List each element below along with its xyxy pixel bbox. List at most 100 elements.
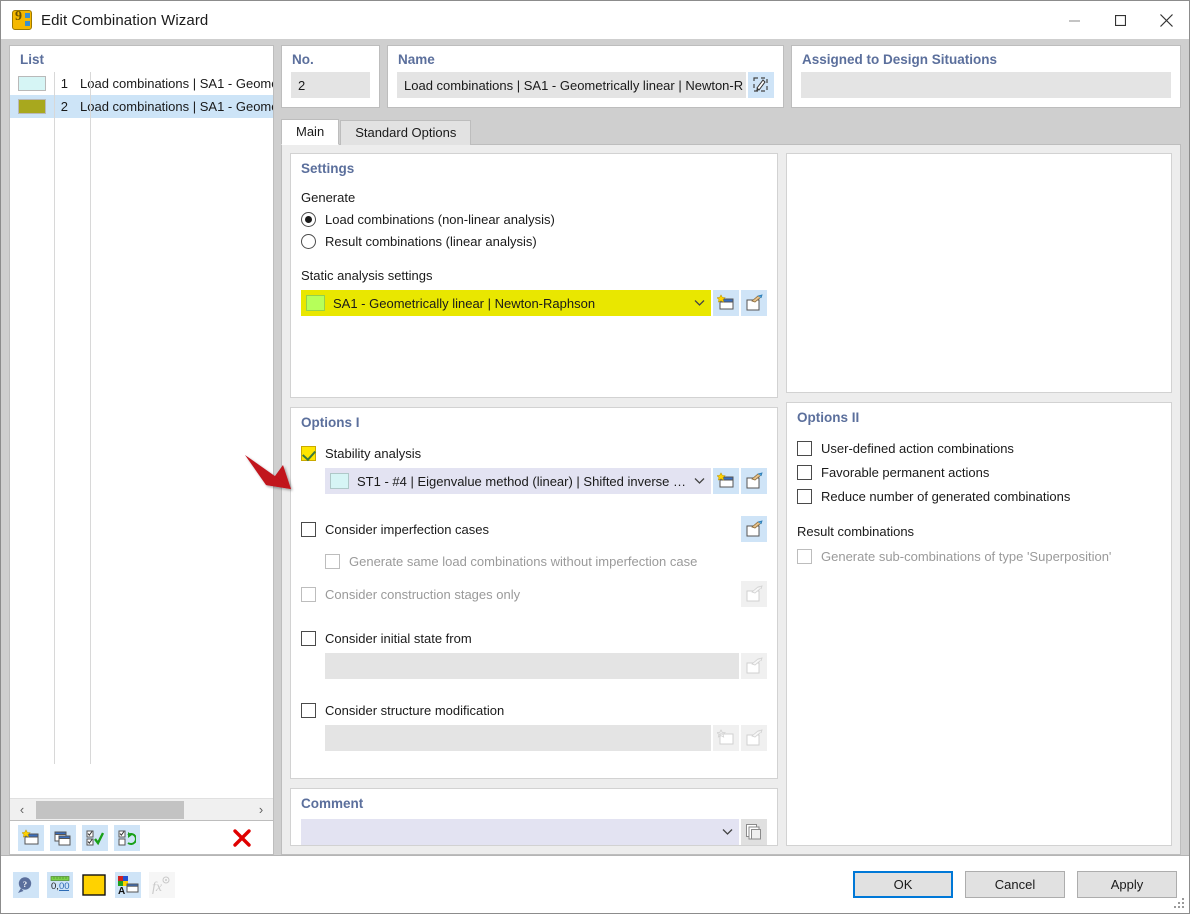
assigned-field[interactable] <box>801 72 1171 98</box>
list-horizontal-scrollbar[interactable]: ‹ › <box>10 798 273 820</box>
close-icon[interactable] <box>1143 1 1189 39</box>
svg-text:A: A <box>118 886 125 895</box>
select-all-button[interactable] <box>82 825 108 851</box>
checkbox-label: User-defined action combinations <box>821 441 1014 456</box>
assigned-label: Assigned to Design Situations <box>801 52 1171 72</box>
help-magnifier-icon[interactable]: ? <box>13 872 39 898</box>
checkbox-consider-construction-stages-only[interactable]: Consider construction stages only <box>301 587 520 602</box>
radio-load-combinations[interactable]: Load combinations (non-linear analysis) <box>301 212 767 227</box>
new-window-star-icon[interactable] <box>713 468 739 494</box>
radio-indicator <box>301 212 316 227</box>
list-panel-title: List <box>10 46 273 72</box>
dialog-body: List 1 Load combinations | SA1 - Geometr… <box>1 39 1189 855</box>
cancel-button[interactable]: Cancel <box>965 871 1065 898</box>
checkbox-indicator <box>301 631 316 646</box>
scrollbar-thumb[interactable] <box>36 801 184 819</box>
checkbox-favorable-permanent-actions[interactable]: Favorable permanent actions <box>797 465 1161 480</box>
generate-label: Generate <box>301 190 767 205</box>
checkbox-stability-analysis[interactable]: Stability analysis <box>301 446 767 461</box>
combination-list-panel: List 1 Load combinations | SA1 - Geometr… <box>9 45 274 821</box>
result-combinations-label: Result combinations <box>797 524 1161 539</box>
dlubal-app-icon <box>12 10 32 30</box>
new-combination-button[interactable] <box>18 825 44 851</box>
chevron-down-icon[interactable] <box>691 477 707 485</box>
checkbox-reduce-number-of-generated-combinations[interactable]: Reduce number of generated combinations <box>797 489 1161 504</box>
top-fields-row: No. 2 Name Load combinations | SA1 - Geo… <box>281 45 1181 108</box>
checkbox-label: Consider construction stages only <box>325 587 520 602</box>
checkbox-consider-structure-modification[interactable]: Consider structure modification <box>301 703 767 718</box>
checkbox-generate-sub-combinations: Generate sub-combinations of type 'Super… <box>797 549 1161 564</box>
chevron-down-icon[interactable] <box>719 828 735 836</box>
checkbox-indicator <box>301 522 316 537</box>
checkbox-consider-imperfection-cases[interactable]: Consider imperfection cases <box>301 522 489 537</box>
imperfection-row: Consider imperfection cases <box>301 516 767 542</box>
comment-title: Comment <box>301 796 767 817</box>
resize-grip[interactable] <box>1174 898 1186 910</box>
static-analysis-combo[interactable]: SA1 - Geometrically linear | Newton-Raph… <box>301 290 711 316</box>
tab-main[interactable]: Main <box>281 119 339 145</box>
left-column: List 1 Load combinations | SA1 - Geometr… <box>9 45 274 855</box>
checkbox-indicator <box>797 441 812 456</box>
combination-list[interactable]: 1 Load combinations | SA1 - Geometric 2 … <box>10 72 273 798</box>
scrollbar-track[interactable] <box>34 799 249 821</box>
chevron-right-icon[interactable]: › <box>249 802 273 817</box>
apply-button[interactable]: Apply <box>1077 871 1177 898</box>
tab-standard-options[interactable]: Standard Options <box>340 120 471 145</box>
row-number: 2 <box>52 99 74 114</box>
main-column: No. 2 Name Load combinations | SA1 - Geo… <box>281 45 1181 855</box>
checkbox-generate-same-load-combinations[interactable]: Generate same load combinations without … <box>301 554 767 569</box>
tab-right-column: Options II User-defined action combinati… <box>786 153 1172 846</box>
structure-modification-field[interactable] <box>325 725 711 751</box>
units-decimal-icon[interactable]: 0, 00 <box>47 872 73 898</box>
invert-selection-button[interactable] <box>114 825 140 851</box>
structure-modification-row <box>301 725 767 751</box>
stability-combo[interactable]: ST1 - #4 | Eigenvalue method (linear) | … <box>325 468 711 494</box>
comment-combo[interactable] <box>301 819 739 845</box>
yellow-color-swatch-icon[interactable] <box>81 872 107 898</box>
settings-group: Settings Generate Load combinations (non… <box>290 153 778 398</box>
edit-pick-icon <box>741 653 767 679</box>
checkbox-label: Consider initial state from <box>325 631 472 646</box>
checkbox-indicator <box>797 489 812 504</box>
edit-pick-icon[interactable] <box>741 290 767 316</box>
number-field[interactable]: 2 <box>291 72 370 98</box>
row-color-swatch <box>18 76 46 91</box>
ok-button[interactable]: OK <box>853 871 953 898</box>
comment-row <box>301 819 767 845</box>
tab-left-column: Settings Generate Load combinations (non… <box>290 153 778 846</box>
checkbox-consider-initial-state-from[interactable]: Consider initial state from <box>301 631 767 646</box>
row-color-swatch <box>18 99 46 114</box>
name-field[interactable]: Load combinations | SA1 - Geometrically … <box>397 72 746 98</box>
edit-pick-icon[interactable] <box>741 468 767 494</box>
options-ii-title: Options II <box>797 410 1161 431</box>
footer-toolbar: ? 0, 00 <box>13 872 175 898</box>
stability-combo-value: ST1 - #4 | Eigenvalue method (linear) | … <box>357 474 691 489</box>
initial-state-row <box>301 653 767 679</box>
minimize-icon[interactable] <box>1051 1 1097 39</box>
list-item[interactable]: 1 Load combinations | SA1 - Geometric <box>10 72 273 95</box>
checkbox-label: Stability analysis <box>325 446 421 461</box>
maximize-icon[interactable] <box>1097 1 1143 39</box>
copy-pages-icon[interactable] <box>741 819 767 845</box>
options-i-title: Options I <box>301 415 767 436</box>
number-label: No. <box>291 52 370 72</box>
list-item[interactable]: 2 Load combinations | SA1 - Geometric <box>10 95 273 118</box>
tab-content-main: Settings Generate Load combinations (non… <box>281 145 1181 855</box>
edit-combination-wizard-window: Edit Combination Wizard List <box>0 0 1190 914</box>
edit-pick-icon <box>741 725 767 751</box>
dialog-footer: ? 0, 00 <box>1 855 1189 913</box>
checkbox-user-defined-action-combinations[interactable]: User-defined action combinations <box>797 441 1161 456</box>
chevron-left-icon[interactable]: ‹ <box>10 802 34 817</box>
initial-state-field[interactable] <box>325 653 739 679</box>
new-window-star-icon[interactable] <box>713 290 739 316</box>
edit-pencil-icon[interactable] <box>748 72 774 98</box>
display-properties-icon[interactable]: A <box>115 872 141 898</box>
copy-combination-button[interactable] <box>50 825 76 851</box>
chevron-down-icon[interactable] <box>691 299 707 307</box>
static-analysis-row: SA1 - Geometrically linear | Newton-Raph… <box>301 290 767 316</box>
fx-formula-icon: fx <box>149 872 175 898</box>
checkbox-label: Consider structure modification <box>325 703 504 718</box>
radio-result-combinations[interactable]: Result combinations (linear analysis) <box>301 234 767 249</box>
edit-pick-icon[interactable] <box>741 516 767 542</box>
delete-combination-button[interactable] <box>229 825 255 851</box>
